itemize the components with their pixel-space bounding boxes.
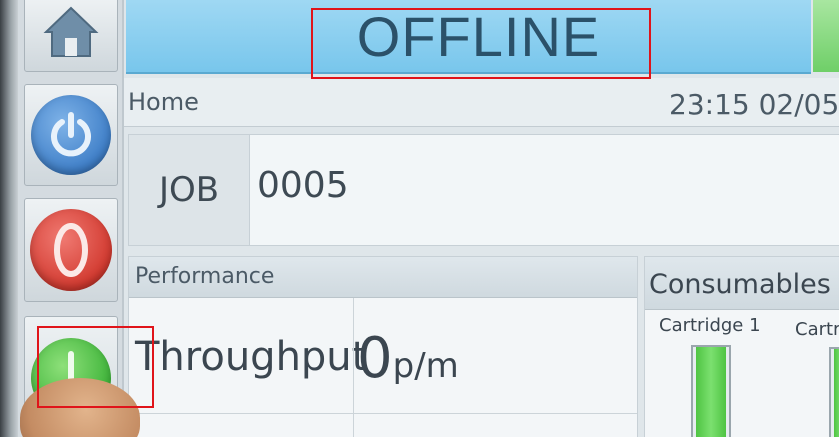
column-divider [353, 298, 354, 437]
breadcrumb-bar: Home 23:15 02/05 [124, 78, 839, 127]
stop-button[interactable] [24, 198, 118, 302]
clock: 23:15 02/05 [669, 88, 839, 121]
power-icon [31, 95, 111, 175]
cartridge-1-label: Cartridge 1 [659, 315, 761, 336]
status-indicator [813, 0, 839, 72]
throughput-value: 0p/m [357, 326, 459, 391]
performance-title: Performance [129, 257, 637, 298]
cartridge-2-label: Cartr [795, 319, 839, 340]
consumables-panel[interactable]: Consumables Cartridge 1 Cartr [644, 256, 839, 437]
throughput-label: Throughput [135, 334, 368, 380]
job-value: 0005 [257, 165, 349, 206]
breadcrumb: Home [128, 88, 199, 116]
consumables-title: Consumables [645, 257, 839, 310]
stop-icon [30, 209, 112, 291]
printer-screen: OFFLINE Home 23:15 02/05 JOB 0005 Perfor… [0, 0, 839, 437]
cartridge-2-level-bar [829, 347, 839, 437]
cartridge-1-level-fill [696, 347, 726, 437]
home-button[interactable] [24, 0, 118, 72]
home-icon [42, 4, 100, 64]
job-panel[interactable]: JOB 0005 [128, 134, 839, 246]
start-button-highlight-box [37, 326, 154, 408]
performance-panel: Performance Throughput 0p/m [128, 256, 638, 437]
cartridge-2-level-fill [834, 349, 839, 437]
offline-highlight-box [311, 8, 651, 79]
cartridge-1-level-bar [691, 345, 731, 437]
power-button[interactable] [24, 84, 118, 186]
throughput-number: 0 [357, 326, 393, 391]
throughput-row: Throughput 0p/m [129, 298, 637, 437]
job-label: JOB [129, 135, 250, 245]
throughput-unit: p/m [392, 346, 459, 386]
screen-bezel [0, 0, 18, 437]
